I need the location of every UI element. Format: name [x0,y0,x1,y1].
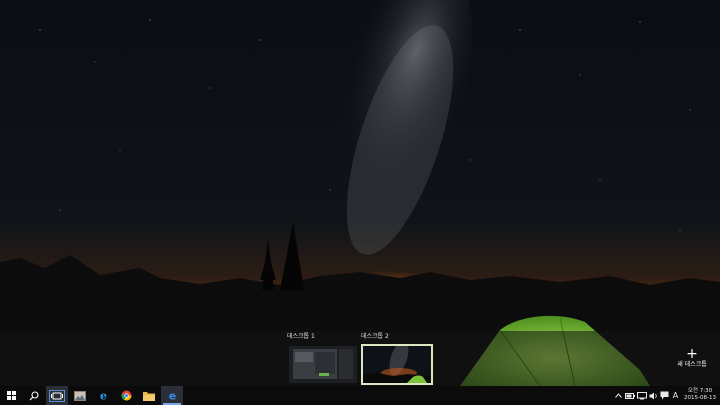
folder-icon [143,391,155,401]
battery-button[interactable] [624,386,635,405]
virtual-desktop-1[interactable]: 데스크톱 1 [287,333,359,385]
internet-explorer-button[interactable]: e [92,386,114,405]
task-view-button[interactable] [46,386,68,405]
chevron-up-icon [614,393,622,398]
speaker-icon [649,392,657,399]
edge-icon: e [168,390,175,401]
search-icon [29,390,39,400]
action-center-button[interactable] [659,386,670,405]
volume-button[interactable] [648,386,659,405]
windows-logo-icon [6,391,16,400]
clock-date: 2015-08-13 [684,395,716,401]
desktop-thumbnail-active[interactable] [361,344,433,385]
virtual-desktop-2[interactable]: 데스크톱 2 [361,333,433,385]
edge-button[interactable]: e [161,386,183,405]
new-desktop-label: 새 데스크톱 [677,361,707,368]
file-explorer-button[interactable] [138,386,160,405]
photos-icon [74,390,86,401]
input-indicator[interactable]: A [670,386,681,405]
show-hidden-icons-button[interactable] [613,386,623,405]
battery-icon [624,392,635,399]
desktop-label: 데스크톱 2 [361,333,389,340]
photos-app-button[interactable] [69,386,91,405]
desktop-thumbnail[interactable] [287,344,359,385]
chrome-button[interactable] [115,386,137,405]
clock[interactable]: 오전 7:30 2015-08-13 [682,388,718,402]
task-view-icon [49,389,65,402]
svg-text:e: e [100,390,107,401]
ie-icon: e [100,390,107,401]
task-view-desktop-strip [0,331,720,386]
network-button[interactable] [636,386,647,405]
search-button[interactable] [23,386,45,405]
start-button[interactable] [0,386,22,405]
plus-icon: + [686,346,698,362]
network-icon [636,391,647,399]
notification-icon [660,391,669,400]
taskbar: e e A 오전 7:30 2015-08-13 [0,386,720,405]
clock-time: 오전 7:30 [687,388,713,394]
svg-text:e: e [168,390,175,401]
desktop-label: 데스크톱 1 [287,333,315,340]
chrome-icon [120,390,131,401]
new-desktop-button[interactable]: + 새 데스크톱 [670,347,714,369]
